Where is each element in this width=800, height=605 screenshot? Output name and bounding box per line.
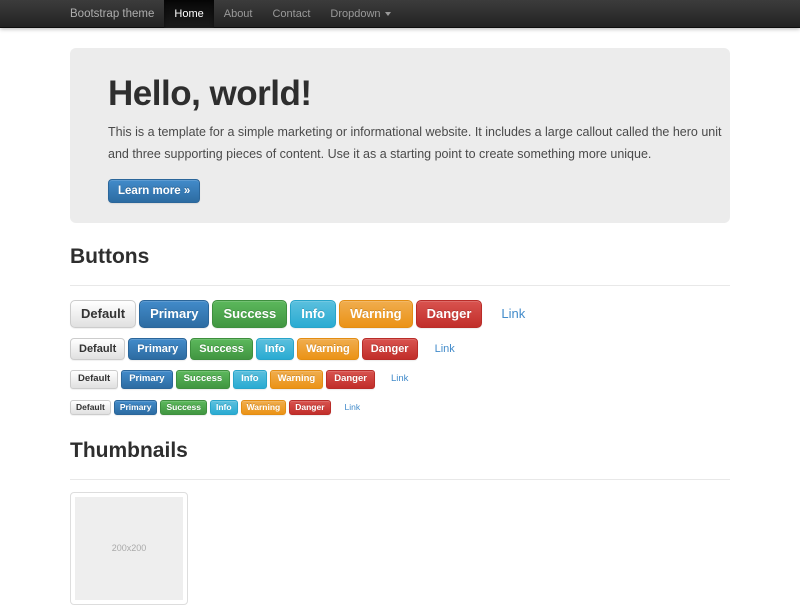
jumbotron-description-line: and three supporting pieces of content. … [108,143,716,165]
success-button-default[interactable]: Success [190,338,253,360]
nav-item-contact[interactable]: Contact [262,0,320,28]
jumbotron: Hello, world! This is a template for a s… [70,48,730,223]
jumbotron-title: Hello, world! [108,76,716,113]
jumbotron-description-line: This is a template for a simple marketin… [108,121,716,143]
primary-button-small[interactable]: Primary [121,370,172,388]
caret-down-icon [385,12,391,16]
link-button-extra-small[interactable]: Link [339,400,367,415]
nav-item-label: About [224,8,253,20]
nav-item-label: Contact [272,8,310,20]
default-button-large[interactable]: Default [70,300,136,328]
default-button-extra-small[interactable]: Default [70,400,111,415]
thumbnail[interactable]: 200x200 [70,492,188,605]
learn-more-button[interactable]: Learn more » [108,179,200,203]
primary-button-large[interactable]: Primary [139,300,209,328]
button-row-small: DefaultPrimarySuccessInfoWarningDanger Li… [70,370,730,388]
link-button-small[interactable]: Link [383,370,416,388]
success-button-extra-small[interactable]: Success [160,400,207,415]
warning-button-small[interactable]: Warning [270,370,324,388]
button-row-extra-small: DefaultPrimarySuccessInfoWarningDanger Li… [70,399,730,417]
nav-item-label: Dropdown [330,8,380,20]
info-button-small[interactable]: Info [233,370,266,388]
link-button-default[interactable]: Link [426,338,464,360]
navbar-nav: Home About Contact Dropdown [164,0,400,28]
thumbnails-section-title: Thumbnails [70,439,730,463]
default-button-small[interactable]: Default [70,370,118,388]
button-row-large: DefaultPrimarySuccessInfoWarningDangerLi… [70,300,730,328]
nav-item-dropdown[interactable]: Dropdown [320,0,400,28]
thumbnail-placeholder-label: 200x200 [112,543,147,553]
success-button-small[interactable]: Success [176,370,231,388]
buttons-section-header: Buttons [70,245,730,286]
buttons-section-title: Buttons [70,245,730,269]
thumbnails-section-header: Thumbnails [70,439,730,480]
nav-item-label: Home [174,8,203,20]
button-row-default: DefaultPrimarySuccessInfoWarningDanger Li… [70,338,730,360]
thumbnail-row: 200x200 [70,480,730,605]
nav-item-about[interactable]: About [214,0,263,28]
info-button-extra-small[interactable]: Info [210,400,238,415]
danger-button-default[interactable]: Danger [362,338,418,360]
default-button-default[interactable]: Default [70,338,125,360]
navbar-brand[interactable]: Bootstrap theme [70,0,154,28]
link-button-large[interactable]: Link [490,300,536,328]
nav-item-home[interactable]: Home [164,0,213,28]
warning-button-default[interactable]: Warning [297,338,359,360]
jumbotron-description: This is a template for a simple marketin… [108,121,716,165]
info-button-default[interactable]: Info [256,338,294,360]
warning-button-large[interactable]: Warning [339,300,413,328]
danger-button-large[interactable]: Danger [416,300,483,328]
warning-button-extra-small[interactable]: Warning [241,400,287,415]
navbar: Bootstrap theme Home About Contact Dropdown [0,0,800,28]
thumbnail-placeholder-image: 200x200 [75,497,183,600]
button-rows: DefaultPrimarySuccessInfoWarningDangerLi… [70,286,730,417]
danger-button-small[interactable]: Danger [326,370,375,388]
primary-button-extra-small[interactable]: Primary [114,400,158,415]
danger-button-extra-small[interactable]: Danger [289,400,330,415]
success-button-large[interactable]: Success [212,300,287,328]
info-button-large[interactable]: Info [290,300,336,328]
primary-button-default[interactable]: Primary [128,338,187,360]
